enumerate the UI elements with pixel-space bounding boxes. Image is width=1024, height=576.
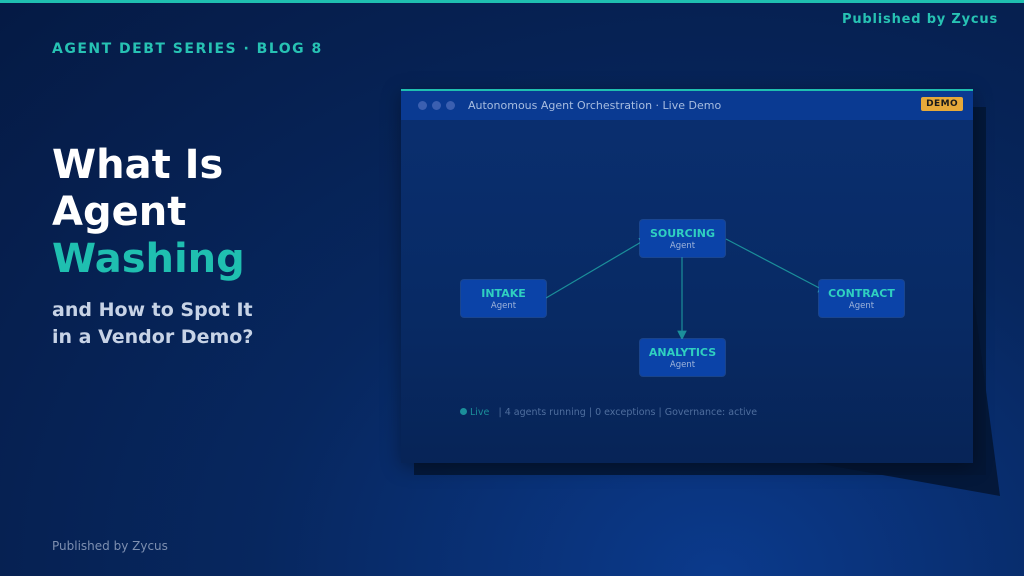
subtitle-line-1: and How to Spot It	[52, 299, 253, 321]
window-control-dot-icon	[432, 101, 441, 110]
demo-badge: DEMO	[921, 97, 963, 111]
page-title: What Is Agent Washing	[52, 142, 245, 283]
node-analytics[interactable]: ANALYTICS Agent	[640, 339, 725, 376]
node-analytics-name: ANALYTICS	[648, 346, 717, 359]
window-control-dot-icon	[418, 101, 427, 110]
node-intake[interactable]: INTAKE Agent	[461, 280, 546, 317]
node-contract-name: CONTRACT	[828, 287, 895, 300]
connector-intake-sourcing	[545, 237, 650, 299]
window-titlebar: Autonomous Agent Orchestration · Live De…	[401, 91, 973, 120]
node-intake-name: INTAKE	[481, 287, 526, 300]
status-live: Live	[470, 407, 490, 418]
publisher-credit-bottom: Published by Zycus	[52, 539, 168, 553]
live-dot-icon	[460, 408, 467, 415]
title-line-1: What Is	[52, 142, 224, 188]
orchestration-canvas: SOURCING Agent INTAKE Agent CONTRACT Age…	[401, 120, 973, 463]
node-sourcing-sub: Agent	[669, 241, 696, 251]
window-title: Autonomous Agent Orchestration · Live De…	[468, 99, 722, 112]
page-subtitle: and How to Spot It in a Vendor Demo?	[52, 297, 253, 351]
series-label: AGENT DEBT SERIES · BLOG 8	[52, 41, 323, 57]
demo-window: Autonomous Agent Orchestration · Live De…	[401, 89, 973, 463]
node-sourcing[interactable]: SOURCING Agent	[640, 220, 725, 257]
node-analytics-sub: Agent	[669, 360, 696, 370]
publisher-credit-top: Published by Zycus	[842, 12, 998, 27]
node-contract-sub: Agent	[848, 301, 875, 311]
connector-sourcing-contract	[725, 238, 829, 293]
node-intake-sub: Agent	[490, 301, 517, 311]
node-contract[interactable]: CONTRACT Agent	[819, 280, 904, 317]
status-details: | 4 agents running | 0 exceptions | Gove…	[498, 407, 758, 418]
window-control-dot-icon	[446, 101, 455, 110]
title-accent: Washing	[52, 236, 245, 282]
status-bar: Live | 4 agents running | 0 exceptions |…	[460, 407, 757, 418]
node-sourcing-name: SOURCING	[649, 227, 716, 240]
top-accent-bar	[0, 0, 1024, 3]
title-line-2: Agent	[52, 189, 187, 235]
subtitle-line-2: in a Vendor Demo?	[52, 326, 254, 348]
